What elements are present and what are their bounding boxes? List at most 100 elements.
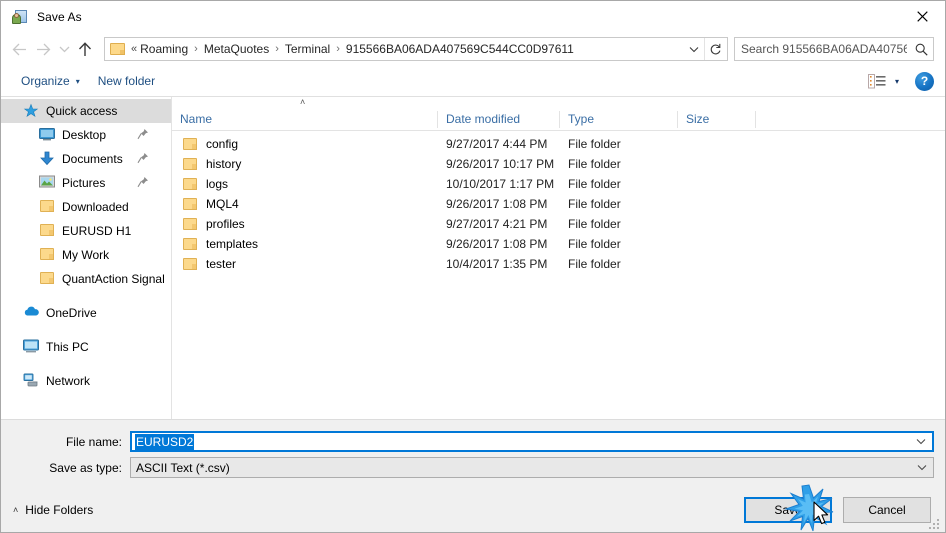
file-type-cell: File folder: [568, 157, 621, 171]
file-name-cell[interactable]: config: [172, 137, 438, 151]
sidebar-item-label: OneDrive: [46, 306, 97, 320]
sidebar-item-pictures[interactable]: Pictures: [1, 171, 171, 195]
sidebar-item-downloaded[interactable]: Downloaded: [1, 195, 171, 219]
column-header-date-modified[interactable]: Date modified: [438, 110, 560, 128]
save-button[interactable]: Save: [744, 497, 832, 523]
table-row[interactable]: tester 10/4/2017 1:35 PM File folder: [172, 254, 945, 274]
search-icon[interactable]: [909, 38, 933, 60]
sidebar-item-network[interactable]: Network: [1, 369, 171, 393]
sidebar-item-onedrive[interactable]: OneDrive: [1, 301, 171, 325]
file-name-cell[interactable]: tester: [172, 257, 438, 271]
sidebar-item-this-pc[interactable]: This PC: [1, 335, 171, 359]
file-name-cell[interactable]: templates: [172, 237, 438, 251]
file-type-cell: File folder: [568, 137, 621, 151]
pin-icon[interactable]: [137, 152, 149, 164]
breadcrumb-segment-metaquotes[interactable]: MetaQuotes: [202, 38, 271, 60]
hide-folders-label: Hide Folders: [25, 503, 94, 517]
chevron-down-icon[interactable]: [684, 38, 704, 60]
sidebar-item-label: Documents: [62, 152, 123, 166]
table-row[interactable]: profiles 9/27/2017 4:21 PM File folder: [172, 214, 945, 234]
arrow-right-icon[interactable]: [31, 37, 55, 61]
file-name-cell[interactable]: history: [172, 157, 438, 171]
help-label: ?: [920, 74, 929, 88]
table-row[interactable]: history 9/26/2017 10:17 PM File folder: [172, 154, 945, 174]
breadcrumb-separator: ›: [194, 43, 198, 55]
folder-icon: [182, 237, 198, 251]
address-bar: « Roaming › MetaQuotes › Terminal › 9155…: [1, 32, 945, 66]
pictures-icon: [39, 175, 55, 191]
search-box[interactable]: [734, 37, 934, 61]
folder-icon: [39, 271, 55, 287]
save-as-type-label: Save as type:: [49, 460, 122, 475]
column-header-type[interactable]: Type: [560, 110, 678, 128]
file-rows: config 9/27/2017 4:44 PM File folder his…: [172, 131, 945, 419]
chevron-down-icon[interactable]: [55, 37, 73, 61]
chevron-down-icon[interactable]: [910, 438, 932, 445]
file-date-cell: 10/4/2017 1:35 PM: [446, 257, 548, 271]
file-name-cell[interactable]: profiles: [172, 217, 438, 231]
sidebar-item-label: My Work: [62, 248, 110, 262]
column-header-name[interactable]: Name: [172, 110, 438, 128]
arrow-up-icon[interactable]: [73, 37, 97, 61]
pin-icon[interactable]: [137, 176, 149, 188]
cancel-button[interactable]: Cancel: [843, 497, 931, 523]
file-date-cell: 9/27/2017 4:21 PM: [446, 217, 548, 231]
folder-icon: [182, 157, 198, 171]
chevron-down-icon[interactable]: [911, 464, 933, 471]
pin-icon[interactable]: [137, 128, 149, 140]
breadcrumb-leading: «: [131, 43, 138, 55]
file-type-cell: File folder: [568, 257, 621, 271]
breadcrumb-separator: ›: [275, 43, 279, 55]
sidebar-item-quick-access[interactable]: Quick access: [1, 99, 171, 123]
close-icon[interactable]: [899, 1, 945, 32]
refresh-icon[interactable]: [704, 38, 726, 60]
file-name-row: File name: EURUSD2: [12, 431, 934, 452]
sidebar-item-quantaction-signal[interactable]: QuantAction Signal: [1, 267, 171, 291]
hide-folders-button[interactable]: ˄ Hide Folders: [13, 503, 93, 517]
sidebar-item-label: Desktop: [62, 128, 107, 142]
file-date-cell: 9/26/2017 1:08 PM: [446, 237, 548, 251]
organize-button[interactable]: Organize ▾: [15, 71, 86, 91]
help-icon[interactable]: ?: [915, 71, 934, 91]
arrow-left-icon[interactable]: [7, 37, 31, 61]
desktop-icon: [39, 127, 55, 143]
table-row[interactable]: config 9/27/2017 4:44 PM File folder: [172, 134, 945, 154]
column-header-size[interactable]: Size: [678, 110, 756, 128]
sidebar-item-my-work[interactable]: My Work: [1, 243, 171, 267]
file-type-cell: File folder: [568, 177, 621, 191]
save-as-type-select[interactable]: ASCII Text (*.csv): [130, 457, 934, 478]
this-pc-icon: [23, 339, 39, 355]
folder-icon: [110, 42, 126, 56]
file-name-label: profiles: [206, 217, 245, 231]
breadcrumb-segment-guid[interactable]: 915566BA06ADA407569C544CC0D97611: [344, 38, 576, 60]
window-title: Save As: [37, 9, 82, 24]
file-date-cell: 9/26/2017 1:08 PM: [446, 197, 548, 211]
breadcrumb-segment-roaming[interactable]: Roaming: [138, 38, 190, 60]
sort-ascending-icon[interactable]: ˄: [300, 97, 305, 108]
sidebar-item-desktop[interactable]: Desktop: [1, 123, 171, 147]
breadcrumb-segment-terminal[interactable]: Terminal: [283, 38, 332, 60]
sidebar-item-eurusd-h1[interactable]: EURUSD H1: [1, 219, 171, 243]
file-name-input[interactable]: EURUSD2: [130, 431, 934, 452]
file-name-label: tester: [206, 257, 237, 271]
folder-icon: [182, 197, 198, 211]
sidebar-item-label: This PC: [46, 340, 89, 354]
documents-download-icon: [39, 151, 55, 167]
new-folder-button[interactable]: New folder: [92, 71, 161, 91]
file-name-cell[interactable]: MQL4: [172, 197, 438, 211]
view-options-button[interactable]: ▾: [864, 72, 903, 91]
table-row[interactable]: logs 10/10/2017 1:17 PM File folder: [172, 174, 945, 194]
search-input[interactable]: [735, 41, 909, 57]
file-list-pane: ˄ Name Date modified Type Size config 9/…: [172, 97, 945, 419]
sidebar-item-documents[interactable]: Documents: [1, 147, 171, 171]
table-row[interactable]: MQL4 9/26/2017 1:08 PM File folder: [172, 194, 945, 214]
table-row[interactable]: templates 9/26/2017 1:08 PM File folder: [172, 234, 945, 254]
save-as-type-row: Save as type: ASCII Text (*.csv): [12, 457, 934, 478]
file-name-cell[interactable]: logs: [172, 177, 438, 191]
file-name-label: templates: [206, 237, 259, 251]
file-type-cell: File folder: [568, 237, 621, 251]
file-name-value[interactable]: EURUSD2: [135, 433, 195, 450]
breadcrumb[interactable]: « Roaming › MetaQuotes › Terminal › 9155…: [104, 37, 728, 61]
file-name-label: File name:: [65, 434, 122, 449]
